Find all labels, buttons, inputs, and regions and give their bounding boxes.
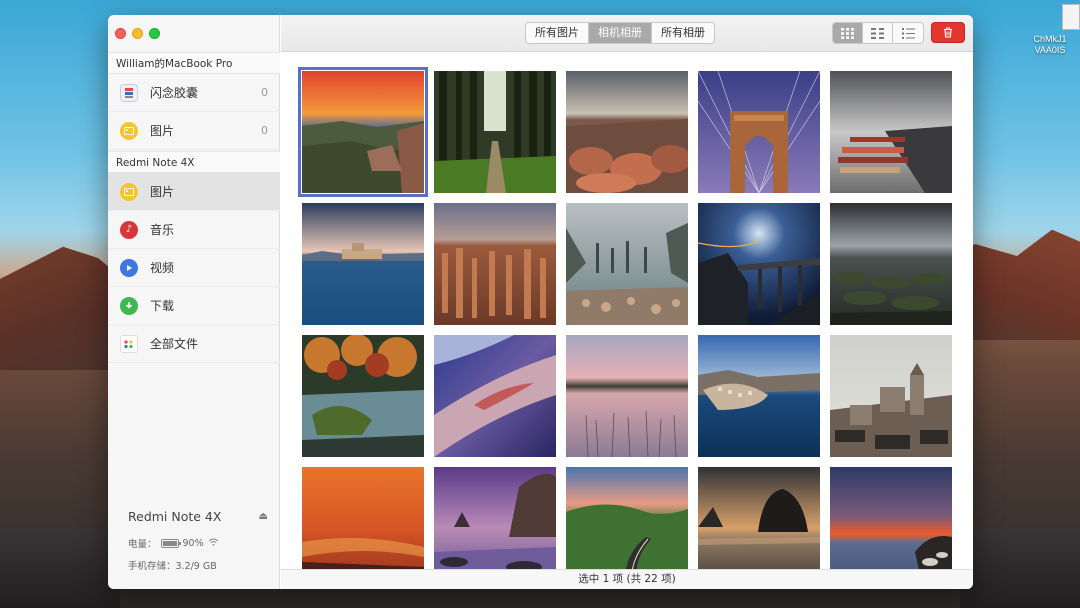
sidebar-item-music[interactable]: ♪ 音乐 (108, 211, 280, 249)
eject-icon[interactable]: ⏏ (259, 511, 268, 522)
video-icon (120, 258, 138, 277)
photo-icon (120, 121, 138, 140)
desktop-file-name-2: VAA0IS (1034, 45, 1066, 55)
sidebar-item-video[interactable]: 视频 (108, 249, 280, 287)
photo-thumbnail[interactable] (566, 467, 688, 569)
photo-thumbnail[interactable] (434, 335, 556, 457)
sidebar-item-label: 图片 (150, 185, 175, 199)
delete-button[interactable] (931, 22, 965, 43)
photo-thumbnail[interactable] (566, 335, 688, 457)
battery-icon (160, 538, 181, 548)
document-icon (1062, 4, 1080, 30)
album-tabs: 所有图片 相机相册 所有相册 (525, 22, 715, 44)
photo-thumbnail[interactable] (830, 203, 952, 325)
sidebar-item-label: 视频 (150, 261, 175, 275)
item-count: 0 (261, 124, 268, 137)
photo-thumbnail[interactable] (698, 335, 820, 457)
desktop-road-right (960, 528, 1080, 608)
all-files-icon (120, 334, 138, 353)
battery-label: 电量： (128, 539, 157, 550)
minimize-window-button[interactable] (132, 28, 143, 39)
sidebar-item-label: 全部文件 (150, 337, 199, 351)
toolbar: 所有图片 相机相册 所有相册 (281, 15, 973, 52)
battery-value: 90% (182, 537, 204, 549)
photo-thumbnail[interactable] (698, 71, 820, 193)
photo-thumbnail[interactable] (566, 71, 688, 193)
photo-thumbnail[interactable] (302, 335, 424, 457)
large-grid-icon[interactable] (833, 23, 863, 43)
battery-level (162, 540, 177, 546)
photo-thumbnail[interactable] (302, 203, 424, 325)
sidebar-item-all-files[interactable]: 全部文件 (108, 325, 280, 363)
tab-all-photos[interactable]: 所有图片 (526, 23, 589, 43)
photo-thumbnail[interactable] (434, 71, 556, 193)
device-name: Redmi Note 4X (128, 509, 222, 524)
status-bar: 选中 1 项 (共 22 项) (281, 569, 973, 589)
photo-thumbnail[interactable] (698, 467, 820, 569)
app-window: William的MacBook Pro 闪念胶囊 0 图片 0 Redmi No… (108, 15, 973, 589)
item-count: 0 (261, 86, 268, 99)
desktop-file-name-1: ChMkJ1 (1033, 34, 1067, 44)
sidebar-item-download[interactable]: 下载 (108, 287, 280, 325)
sidebar-item-label: 音乐 (150, 223, 175, 237)
capsule-icon (120, 83, 138, 102)
storage-info: 手机存储：3.2/9 GB (128, 561, 217, 572)
photo-thumbnail[interactable] (298, 67, 428, 197)
photo-thumbnail[interactable] (434, 467, 556, 569)
photo-thumbnail[interactable] (434, 203, 556, 325)
photo-thumbnail[interactable] (830, 71, 952, 193)
photo-thumbnail[interactable] (566, 203, 688, 325)
zoom-window-button[interactable] (149, 28, 160, 39)
sidebar-item-mac-photos[interactable]: 图片 0 (108, 112, 280, 150)
sidebar-item-label: 图片 (150, 124, 175, 138)
device-info: Redmi Note 4X ⏏ 电量： 90% 手机存储：3.2/9 GB (128, 509, 268, 572)
phone-device-header: Redmi Note 4X (108, 151, 280, 173)
close-window-button[interactable] (115, 28, 126, 39)
mac-device-header: William的MacBook Pro (108, 52, 280, 74)
photo-thumbnail[interactable] (698, 203, 820, 325)
main-content: 所有图片 相机相册 所有相册 选中 1 项 (共 22 项) (281, 15, 973, 589)
sidebar-item-label: 下载 (150, 299, 175, 313)
download-icon (120, 296, 138, 315)
sidebar-item-label: 闪念胶囊 (150, 86, 199, 100)
photo-icon (120, 182, 138, 201)
tab-all-albums[interactable]: 所有相册 (652, 23, 714, 43)
desktop-road-left (0, 528, 120, 608)
sidebar-item-phone-photos[interactable]: 图片 (108, 173, 280, 211)
photo-grid (281, 53, 973, 569)
sidebar-item-capsule[interactable]: 闪念胶囊 0 (108, 74, 280, 112)
photo-thumbnail[interactable] (830, 335, 952, 457)
tab-camera-roll[interactable]: 相机相册 (589, 23, 652, 43)
sidebar: William的MacBook Pro 闪念胶囊 0 图片 0 Redmi No… (108, 15, 280, 589)
wifi-icon (208, 538, 219, 549)
medium-grid-icon[interactable] (863, 23, 893, 43)
trash-icon (943, 23, 953, 42)
view-mode-switch (832, 22, 924, 44)
window-controls (115, 28, 160, 39)
desktop-file[interactable]: ChMkJ1 VAA0IS (1020, 4, 1080, 56)
photo-thumbnail[interactable] (302, 467, 424, 569)
music-icon: ♪ (120, 220, 138, 239)
photo-thumbnail[interactable] (830, 467, 952, 569)
list-grid-icon[interactable] (893, 23, 923, 43)
